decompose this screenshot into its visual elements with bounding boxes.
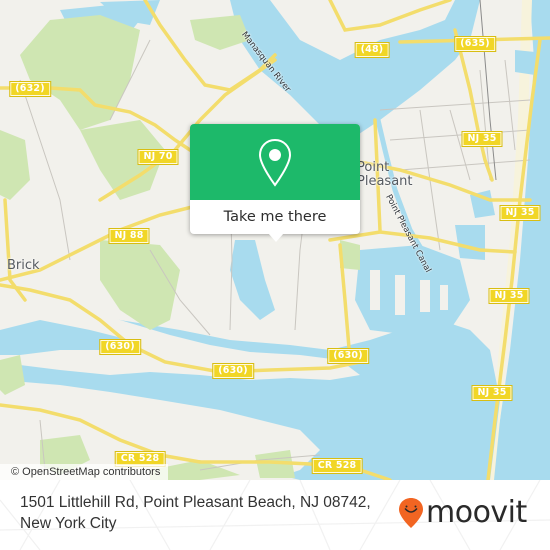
map-view[interactable]: (632) NJ 70 (48) (635) NJ 35 NJ 88 NJ 35… [0, 0, 550, 480]
location-popup[interactable]: Take me there [190, 124, 360, 242]
road-shield: NJ 35 [499, 205, 541, 221]
road-shield: NJ 88 [108, 228, 150, 244]
road-shield: (48) [354, 42, 390, 58]
road-shield: NJ 35 [488, 288, 530, 304]
road-shield: (630) [212, 363, 254, 379]
park-wetlands [100, 240, 180, 330]
park-north [20, 15, 140, 130]
road-shield: (632) [9, 81, 51, 97]
road-shield: NJ 35 [471, 385, 513, 401]
popup-pointer [268, 233, 284, 242]
place-label-brick: Brick [7, 258, 40, 273]
popup-header [190, 124, 360, 200]
footer: 1501 Littlehill Rd, Point Pleasant Beach… [0, 480, 550, 550]
moovit-wordmark: moovit [426, 495, 527, 530]
road-shield: NJ 70 [137, 149, 179, 165]
road-shield: (635) [454, 36, 496, 52]
address-text: 1501 Littlehill Rd, Point Pleasant Beach… [20, 494, 371, 532]
road-shield: (630) [99, 339, 141, 355]
place-label-point-pleasant: Point Pleasant [357, 160, 413, 189]
road-shield: NJ 35 [461, 131, 503, 147]
river-inlet [230, 240, 275, 320]
moovit-logo[interactable]: moovit [398, 496, 527, 530]
take-me-there-button[interactable]: Take me there [190, 200, 360, 234]
location-pin-icon [258, 138, 292, 187]
moovit-pin-icon [399, 498, 423, 528]
road-shield: (630) [327, 348, 369, 364]
road-shield: CR 528 [311, 458, 363, 474]
map-attribution[interactable]: © OpenStreetMap contributors [0, 464, 169, 480]
